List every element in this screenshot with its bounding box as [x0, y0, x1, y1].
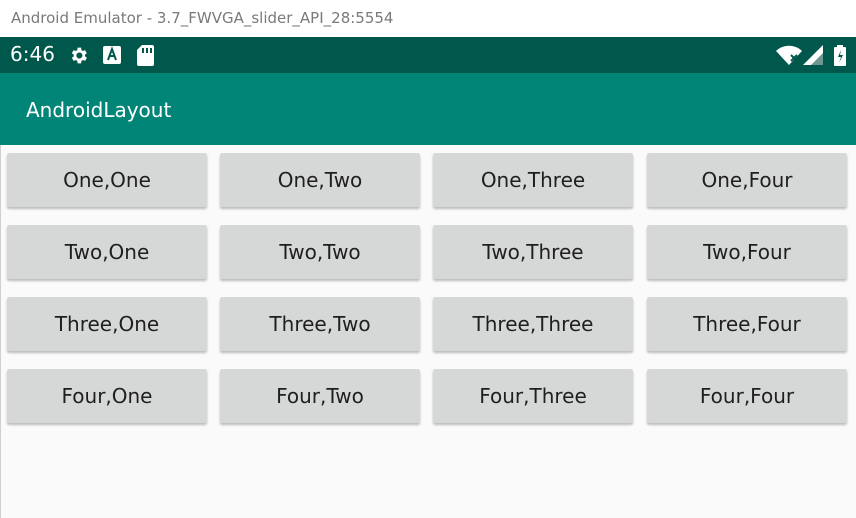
button-two-one[interactable]: Two,One: [7, 225, 207, 279]
button-two-two[interactable]: Two,Two: [220, 225, 420, 279]
button-four-three[interactable]: Four,Three: [433, 369, 633, 423]
button-two-three[interactable]: Two,Three: [433, 225, 633, 279]
button-three-three[interactable]: Three,Three: [433, 297, 633, 351]
status-time: 6:46: [10, 42, 55, 66]
wifi-icon: [776, 45, 802, 65]
grid-layout: One,One One,Two One,Three One,Four Two,O…: [0, 145, 856, 518]
button-three-two[interactable]: Three,Two: [220, 297, 420, 351]
button-one-three[interactable]: One,Three: [433, 153, 633, 207]
button-four-one[interactable]: Four,One: [7, 369, 207, 423]
button-one-one[interactable]: One,One: [7, 153, 207, 207]
button-one-two[interactable]: One,Two: [220, 153, 420, 207]
button-two-four[interactable]: Two,Four: [647, 225, 847, 279]
cellular-signal-icon: [803, 45, 823, 65]
button-one-four[interactable]: One,Four: [647, 153, 847, 207]
window-title: Android Emulator - 3.7_FWVGA_slider_API_…: [11, 9, 394, 27]
gear-icon: [71, 47, 87, 64]
app-title: AndroidLayout: [26, 98, 172, 122]
emulator-title-bar: Android Emulator - 3.7_FWVGA_slider_API_…: [0, 0, 856, 37]
sd-card-icon: [137, 45, 154, 66]
button-four-four[interactable]: Four,Four: [647, 369, 847, 423]
app-bar: AndroidLayout: [0, 73, 856, 145]
button-four-two[interactable]: Four,Two: [220, 369, 420, 423]
status-bar: 6:46: [0, 37, 856, 73]
battery-icon: [834, 45, 846, 66]
button-three-four[interactable]: Three,Four: [647, 297, 847, 351]
button-three-one[interactable]: Three,One: [7, 297, 207, 351]
a-notification-icon: [103, 46, 121, 64]
